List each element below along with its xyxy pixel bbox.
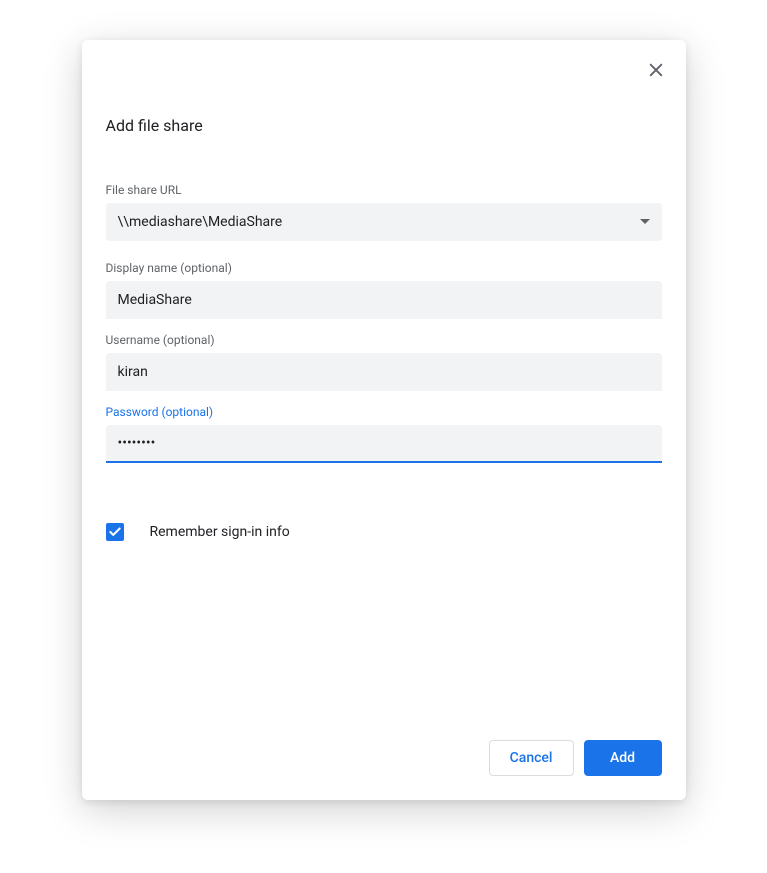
username-label: Username (optional) <box>106 333 662 347</box>
add-button[interactable]: Add <box>584 740 662 776</box>
display-name-input[interactable] <box>106 281 662 319</box>
remember-checkbox[interactable] <box>106 523 124 541</box>
remember-checkbox-label: Remember sign-in info <box>150 524 290 540</box>
close-icon <box>646 60 666 80</box>
add-file-share-dialog: Add file share File share URL \\mediasha… <box>82 40 686 800</box>
file-share-url-value: \\mediashare\MediaShare <box>118 214 283 230</box>
chevron-down-icon <box>640 219 650 225</box>
file-share-url-select[interactable]: \\mediashare\MediaShare <box>106 203 662 241</box>
password-label: Password (optional) <box>106 405 662 419</box>
dialog-title: Add file share <box>82 64 686 143</box>
file-share-url-label: File share URL <box>106 183 662 197</box>
check-icon <box>108 525 122 539</box>
password-input[interactable] <box>106 425 662 463</box>
display-name-label: Display name (optional) <box>106 261 662 275</box>
username-input[interactable] <box>106 353 662 391</box>
close-button[interactable] <box>644 58 668 82</box>
cancel-button[interactable]: Cancel <box>489 740 574 776</box>
